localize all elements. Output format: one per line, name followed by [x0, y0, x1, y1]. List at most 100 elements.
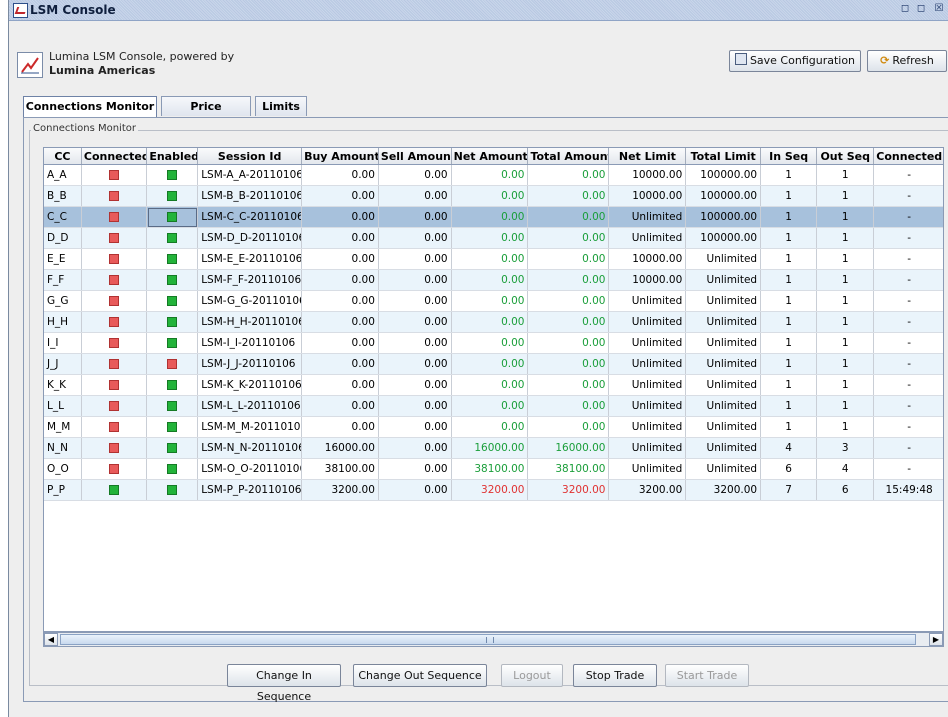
column-header[interactable]: Total Limit — [685, 148, 762, 165]
column-header[interactable]: Net Amount — [451, 148, 529, 165]
cell-net-amount: 0.00 — [451, 416, 529, 438]
table-row[interactable]: C_C LSM-C_C-20110106 0.00 0.00 0.00 0.00 Unlim… — [44, 206, 943, 228]
cell-connected-time: 15:49:48 — [873, 479, 943, 501]
start-trade-button[interactable]: Start Trade — [665, 664, 749, 687]
change-in-sequence-button[interactable]: Change In Sequence — [227, 664, 341, 703]
cell-total-limit: Unlimited — [685, 458, 762, 480]
status-red-icon — [109, 317, 120, 327]
cell-out-seq: 1 — [816, 290, 875, 312]
cell-sell-amount: 0.00 — [378, 395, 452, 417]
column-header[interactable]: Net Limit — [608, 148, 687, 165]
column-header[interactable]: Session Id — [197, 148, 303, 165]
table-row[interactable]: O_O LSM-O_O-20110106 38100.00 0.00 38100.00 3… — [44, 458, 943, 480]
change-out-sequence-button[interactable]: Change Out Sequence — [353, 664, 487, 687]
cell-buy-amount: 0.00 — [301, 290, 379, 312]
cell-total-limit: 100000.00 — [685, 164, 762, 186]
cell-sell-amount: 0.00 — [378, 185, 452, 207]
table-row[interactable]: A_A LSM-A_A-20110106 0.00 0.00 0.00 0.00 10000… — [44, 164, 943, 186]
cell-net-amount: 0.00 — [451, 248, 529, 270]
cell-cc: B_B — [44, 185, 82, 207]
tab-connections-monitor[interactable]: Connections Monitor — [23, 96, 157, 118]
maximize-icon[interactable]: ◻ — [915, 3, 927, 15]
cell-cc: F_F — [44, 269, 82, 291]
cell-net-amount: 0.00 — [451, 353, 529, 375]
status-red-icon — [167, 359, 178, 369]
stop-trade-button[interactable]: Stop Trade — [573, 664, 657, 687]
horizontal-scrollbar[interactable]: ◀ ▶ — [43, 632, 944, 647]
window-title: LSM Console — [30, 3, 116, 17]
column-header[interactable]: In Seq — [760, 148, 818, 165]
scroll-thumb[interactable] — [60, 634, 916, 645]
close-icon[interactable]: ☒ — [933, 3, 945, 15]
cell-total-amount: 0.00 — [527, 353, 610, 375]
table-row[interactable]: K_K LSM-K_K-20110106 0.00 0.00 0.00 0.00 Unlim… — [44, 374, 943, 396]
cell-buy-amount: 0.00 — [301, 164, 379, 186]
cell-connected-time: - — [873, 458, 943, 480]
cell-session-id: LSM-H_H-20110106 — [197, 311, 303, 333]
table-row[interactable]: P_P LSM-P_P-20110106 3200.00 0.00 3200.00 320… — [44, 479, 943, 501]
cell-out-seq: 1 — [816, 227, 875, 249]
status-green-icon — [167, 317, 178, 327]
column-header[interactable]: Buy Amount — [301, 148, 379, 165]
table-row[interactable]: B_B LSM-B_B-20110106 0.00 0.00 0.00 0.00 10000… — [44, 185, 943, 207]
scroll-left-icon[interactable]: ◀ — [44, 633, 58, 646]
enabled-status — [146, 395, 199, 417]
cell-net-amount: 0.00 — [451, 332, 529, 354]
table-row[interactable]: I_I LSM-I_I-20110106 0.00 0.00 0.00 0.00 Unlim… — [44, 332, 943, 354]
column-header[interactable]: Sell Amount — [378, 148, 452, 165]
cell-sell-amount: 0.00 — [378, 437, 452, 459]
title-bar[interactable]: LSM Console ◻ ◻ ☒ — [9, 0, 948, 21]
cell-sell-amount: 0.00 — [378, 248, 452, 270]
refresh-button[interactable]: ⟳ Refresh — [867, 50, 947, 72]
connected-status — [81, 458, 148, 480]
cell-in-seq: 6 — [760, 458, 818, 480]
cell-in-seq: 1 — [760, 248, 818, 270]
cell-in-seq: 1 — [760, 374, 818, 396]
cell-net-limit: Unlimited — [608, 458, 687, 480]
restore-icon[interactable]: ◻ — [899, 3, 911, 15]
column-header[interactable]: CC — [44, 148, 82, 165]
table-row[interactable]: N_N LSM-N_N-20110106 16000.00 0.00 16000.00 1… — [44, 437, 943, 459]
tab-price-strategy[interactable]: Price Strategy — [161, 96, 251, 132]
table-row[interactable]: G_G LSM-G_G-20110106 0.00 0.00 0.00 0.00 Unlim… — [44, 290, 943, 312]
scroll-right-icon[interactable]: ▶ — [929, 633, 943, 646]
status-green-icon — [167, 233, 178, 243]
column-header[interactable]: Connected — [81, 148, 148, 165]
cell-session-id: LSM-C_C-20110106 — [197, 206, 303, 228]
cell-buy-amount: 0.00 — [301, 332, 379, 354]
enabled-status — [146, 374, 199, 396]
chart-logo-icon — [21, 57, 39, 74]
logout-button[interactable]: Logout — [501, 664, 563, 687]
table-row[interactable]: E_E LSM-E_E-20110106 0.00 0.00 0.00 0.00 10000… — [44, 248, 943, 270]
column-header[interactable]: Out Seq — [816, 148, 875, 165]
status-red-icon — [109, 191, 120, 201]
status-green-icon — [167, 296, 178, 306]
table-row[interactable]: L_L LSM-L_L-20110106 0.00 0.00 0.00 0.00 Unlim… — [44, 395, 943, 417]
column-header[interactable]: Enabled — [146, 148, 199, 165]
cell-buy-amount: 0.00 — [301, 311, 379, 333]
cell-in-seq: 1 — [760, 269, 818, 291]
grip-icon — [486, 637, 494, 643]
table-row[interactable]: F_F LSM-F_F-20110106 0.00 0.00 0.00 0.00 10000… — [44, 269, 943, 291]
cell-cc: E_E — [44, 248, 82, 270]
cell-cc: M_M — [44, 416, 82, 438]
tab-limits[interactable]: Limits — [255, 96, 307, 116]
cell-out-seq: 1 — [816, 164, 875, 186]
brand-line-2: Lumina Americas — [49, 64, 156, 77]
table-row[interactable]: H_H LSM-H_H-20110106 0.00 0.00 0.00 0.00 Unlim… — [44, 311, 943, 333]
cell-connected-time: - — [873, 269, 943, 291]
table-row[interactable]: J_J LSM-J_J-20110106 0.00 0.00 0.00 0.00 Unlim… — [44, 353, 943, 375]
save-configuration-button[interactable]: Save Configuration — [729, 50, 861, 72]
status-green-icon — [167, 443, 178, 453]
table-row[interactable]: D_D LSM-D_D-20110106 0.00 0.00 0.00 0.00 Unlim… — [44, 227, 943, 249]
cell-buy-amount: 0.00 — [301, 374, 379, 396]
cell-net-limit: Unlimited — [608, 311, 687, 333]
table-row[interactable]: M_M LSM-M_M-20110106 0.00 0.00 0.00 0.00 Unlim… — [44, 416, 943, 438]
column-header[interactable]: Total Amount — [527, 148, 610, 165]
column-header[interactable]: Connected — [873, 148, 943, 165]
cell-buy-amount: 0.00 — [301, 395, 379, 417]
cell-total-amount: 0.00 — [527, 164, 610, 186]
app-logo-icon — [13, 3, 28, 18]
cell-in-seq: 1 — [760, 311, 818, 333]
cell-sell-amount: 0.00 — [378, 479, 452, 501]
